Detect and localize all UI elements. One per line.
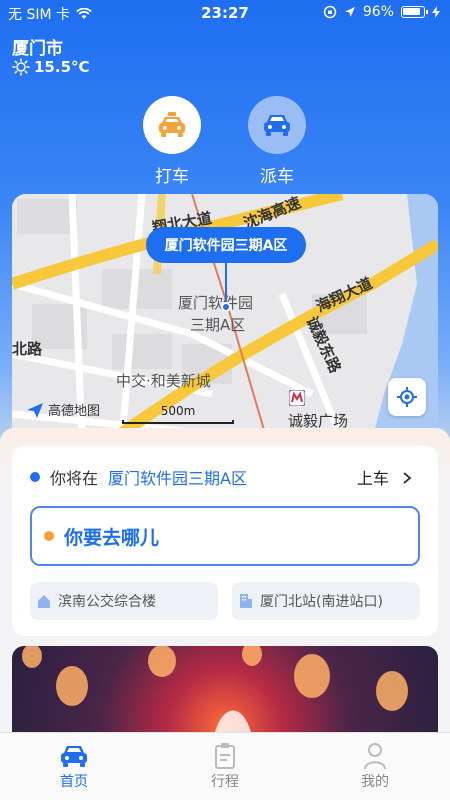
destination-placeholder: 你要去哪儿 <box>64 526 160 549</box>
board-label: 上车 <box>356 469 389 488</box>
weather: 15.5°C <box>12 58 90 76</box>
promo-banner[interactable] <box>12 646 438 746</box>
chevron-right-icon <box>403 472 412 484</box>
temperature: 15.5°C <box>34 58 90 76</box>
map-place-label-line2: 三期A区 <box>190 316 246 334</box>
battery-icon <box>401 6 428 18</box>
tab-home-label: 首页 <box>60 774 88 790</box>
car-icon-circle <box>248 96 306 154</box>
suggestion-label-home: 滨南公交综合楼 <box>58 594 156 610</box>
car-icon <box>61 746 87 767</box>
clipboard-icon <box>215 743 235 769</box>
home-icon <box>38 595 50 608</box>
tab-home[interactable]: 首页 <box>34 741 114 791</box>
amap-logo: 高德地图 <box>26 400 100 419</box>
rotation-lock-icon <box>323 5 337 19</box>
sun-icon <box>12 58 30 76</box>
battery-percent: 96% <box>362 4 394 20</box>
destination-input[interactable]: 你要去哪儿 <box>30 506 420 566</box>
dispatch-service-button[interactable]: 派车 <box>237 96 317 187</box>
metro-icon <box>289 390 305 406</box>
amap-arrow-icon <box>27 402 43 418</box>
map-community-label: 中交·和美新城 <box>116 372 211 390</box>
suggestion-chip-station[interactable]: 厦门北站(南进站口) <box>232 582 420 620</box>
person-icon <box>364 743 386 770</box>
taxi-service-label: 打车 <box>155 167 189 187</box>
pickup-pin-stem <box>225 263 227 307</box>
city-name[interactable]: 厦门市 <box>12 34 63 59</box>
pickup-row[interactable]: 你将在 厦门软件园三期A区 上车 <box>30 465 420 489</box>
dispatch-service-label: 派车 <box>260 167 294 187</box>
map-scale-bar <box>122 420 234 424</box>
suggestion-chip-home[interactable]: 滨南公交综合楼 <box>30 582 218 620</box>
map-scale-label: 500m <box>160 404 196 418</box>
tab-me-label: 我的 <box>361 774 389 790</box>
board-action[interactable]: 上车 <box>357 465 412 489</box>
pickup-dot-icon <box>30 472 40 482</box>
pickup-prefix: 你将在 <box>50 469 99 488</box>
pickup-pin-dot <box>221 302 231 312</box>
lantern-illustration <box>22 646 408 746</box>
suggestion-label-station: 厦门北站(南进站口) <box>260 594 383 610</box>
locate-icon <box>397 387 417 407</box>
pickup-place: 厦门软件园三期A区 <box>108 469 247 488</box>
taxi-icon-circle <box>143 96 201 154</box>
map-place-label-line1: 厦门软件园 <box>178 294 254 312</box>
tab-trips[interactable]: 行程 <box>185 741 265 791</box>
map-road-label-north: 北路 <box>12 340 43 358</box>
location-arrow-icon <box>344 7 355 17</box>
pickup-pin-label[interactable]: 厦门软件园三期A区 <box>146 227 306 263</box>
tab-me[interactable]: 我的 <box>335 741 415 791</box>
building-icon <box>240 594 252 608</box>
taxi-icon <box>159 112 185 137</box>
tab-bar: 首页 行程 我的 <box>0 732 450 800</box>
map-view[interactable]: 沈海高速 翔北大道 海翔大道 诚毅东路 北路 厦门软件园 三期A区 中交·和美新… <box>12 194 438 440</box>
destination-dot-icon <box>44 531 54 541</box>
taxi-service-button[interactable]: 打车 <box>132 96 212 187</box>
status-bar: 无 SIM 卡 23:27 96% <box>0 0 450 26</box>
tab-trips-label: 行程 <box>211 774 239 790</box>
locate-button[interactable] <box>388 378 426 416</box>
charging-icon <box>432 6 440 18</box>
car-icon <box>264 115 290 136</box>
amap-logo-text: 高德地图 <box>48 404 101 419</box>
